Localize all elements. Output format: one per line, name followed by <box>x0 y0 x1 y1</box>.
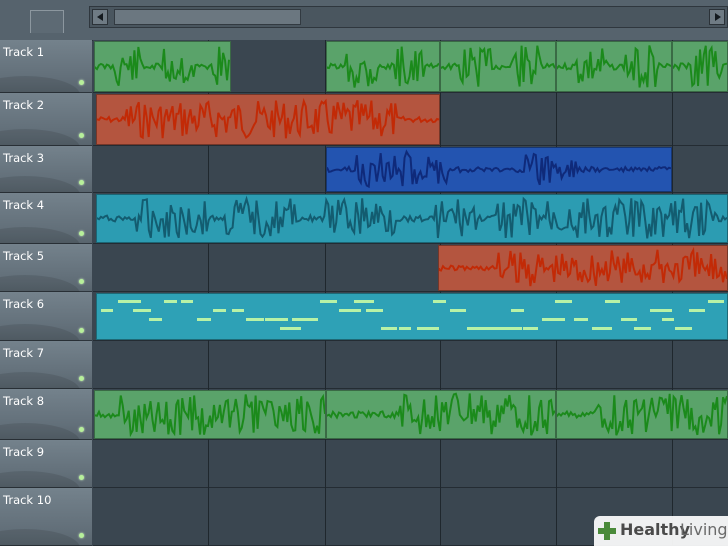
pattern-note <box>339 309 361 312</box>
waveform <box>327 46 439 88</box>
pattern-note <box>320 300 337 303</box>
pattern-note <box>689 309 705 312</box>
waveform <box>673 44 727 88</box>
pattern-note <box>574 318 588 321</box>
pattern-note <box>280 327 301 330</box>
waveform <box>557 45 671 88</box>
pattern-note <box>101 309 113 312</box>
waveform <box>439 246 727 287</box>
pattern-note <box>118 300 141 303</box>
pattern-note <box>511 309 524 312</box>
pattern-note <box>433 300 446 303</box>
pattern-note <box>592 327 612 330</box>
pattern-note <box>366 309 383 312</box>
audio-clip[interactable] <box>326 41 440 92</box>
audio-clip[interactable] <box>94 390 326 439</box>
pattern-note <box>213 309 226 312</box>
audio-clip[interactable] <box>438 245 728 291</box>
pattern-note <box>265 318 288 321</box>
pattern-note <box>149 318 162 321</box>
audio-clip[interactable] <box>440 41 556 92</box>
pattern-note <box>708 300 724 303</box>
waveform <box>97 97 439 140</box>
audio-clip[interactable] <box>326 147 672 192</box>
plus-logo-icon <box>598 522 616 540</box>
pattern-note <box>399 327 411 330</box>
pattern-note <box>133 309 151 312</box>
pattern-note <box>381 327 397 330</box>
playlist-window: Track 1 Track 2 Track 3 Track 4 Track 5 … <box>0 0 728 546</box>
pattern-note <box>650 309 672 312</box>
clip-area <box>0 0 728 546</box>
waveform <box>441 45 555 87</box>
waveform <box>97 195 727 239</box>
pattern-note <box>605 300 620 303</box>
waveform <box>327 392 555 436</box>
audio-clip[interactable] <box>556 41 672 92</box>
audio-clip[interactable] <box>96 194 728 243</box>
pattern-note <box>354 300 374 303</box>
pattern-note <box>181 300 193 303</box>
waveform <box>557 393 727 436</box>
audio-clip[interactable] <box>326 390 556 439</box>
pattern-note <box>305 318 318 321</box>
pattern-note <box>417 327 439 330</box>
pattern-clip[interactable] <box>96 293 728 340</box>
pattern-note <box>450 309 466 312</box>
pattern-note <box>555 300 572 303</box>
pattern-note <box>634 327 651 330</box>
audio-clip[interactable] <box>672 41 728 92</box>
pattern-note <box>484 327 500 330</box>
watermark: Healthy Living <box>594 516 728 546</box>
pattern-note <box>542 318 565 321</box>
pattern-note <box>246 318 264 321</box>
audio-clip[interactable] <box>556 390 728 439</box>
pattern-note <box>621 318 637 321</box>
audio-clip[interactable] <box>94 41 231 92</box>
waveform <box>327 149 671 189</box>
pattern-note <box>662 318 674 321</box>
pattern-note <box>232 309 244 312</box>
pattern-note <box>164 300 177 303</box>
pattern-note <box>499 327 522 330</box>
waveform <box>95 393 325 438</box>
audio-clip[interactable] <box>96 94 440 145</box>
watermark-brand-secondary: Living <box>680 520 728 539</box>
waveform <box>95 46 230 86</box>
pattern-note <box>675 327 692 330</box>
pattern-note <box>523 327 538 330</box>
pattern-note <box>197 318 211 321</box>
